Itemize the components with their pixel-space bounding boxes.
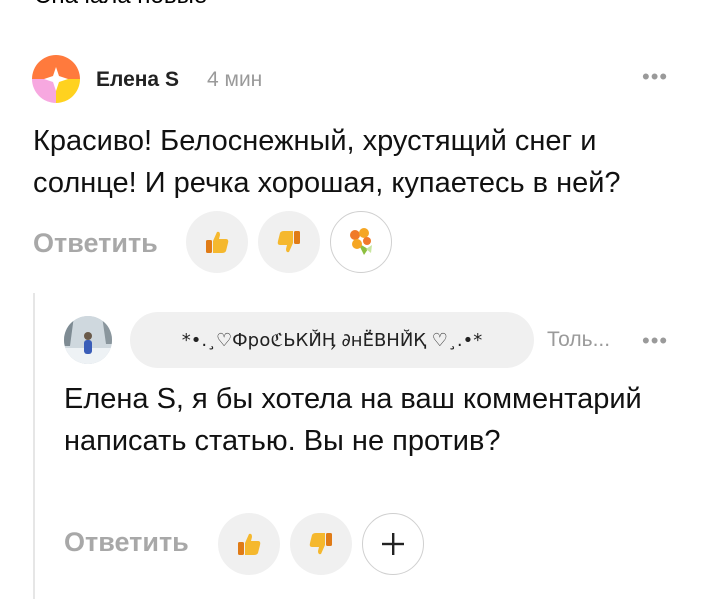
plus-icon xyxy=(382,533,404,555)
thumbs-up-icon xyxy=(206,231,229,253)
reply-button[interactable]: Ответить xyxy=(64,527,189,558)
thumbs-down-icon xyxy=(277,231,300,253)
avatar[interactable] xyxy=(64,316,112,364)
flower-bouquet-icon xyxy=(350,228,372,255)
like-button[interactable] xyxy=(186,211,248,273)
comment-time: 4 мин xyxy=(207,68,263,91)
bouquet-reaction-button[interactable] xyxy=(330,211,392,273)
dislike-button[interactable] xyxy=(290,513,352,575)
more-options-icon[interactable]: ••• xyxy=(642,330,668,352)
comment-author-chip[interactable]: *•.¸♡Фр໐ℭЬКЙ̆Ӊ ∂нЁ̂ВНЙ̆Қ ♡¸.•* xyxy=(130,312,534,368)
dislike-button[interactable] xyxy=(258,211,320,273)
comment-text: Елена S, я бы хотела на ваш комментарий … xyxy=(64,383,642,457)
reply-button[interactable]: Ответить xyxy=(33,228,158,259)
sort-label[interactable]: Сначала новые xyxy=(34,0,207,10)
thumbs-down-icon xyxy=(309,533,332,555)
thumbs-up-icon xyxy=(238,533,261,555)
more-options-icon[interactable]: ••• xyxy=(642,66,668,88)
comment-time: Толь... xyxy=(547,328,611,351)
thread-line xyxy=(33,293,35,599)
comment-author: *•.¸♡Фр໐ℭЬКЙ̆Ӊ ∂нЁ̂ВНЙ̆Қ ♡¸.•* xyxy=(181,329,483,351)
avatar[interactable] xyxy=(32,55,80,103)
comment-text: Красиво! Белоснежный, хрустящий снег и с… xyxy=(33,125,621,199)
like-button[interactable] xyxy=(218,513,280,575)
avatar-image xyxy=(64,316,112,364)
add-reaction-button[interactable] xyxy=(362,513,424,575)
comment-author[interactable]: Елена S xyxy=(96,68,179,92)
avatar-image xyxy=(32,55,80,103)
